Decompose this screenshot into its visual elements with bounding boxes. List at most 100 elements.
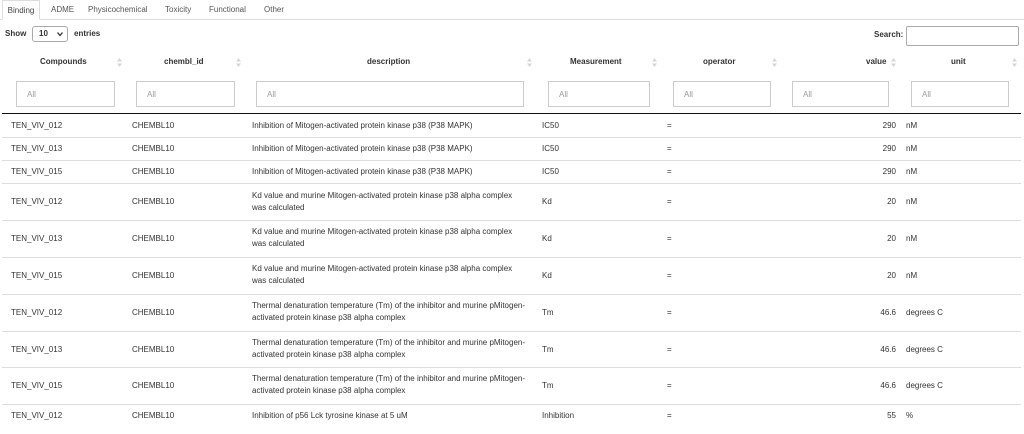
cell-operator: = bbox=[667, 197, 672, 206]
cell-value: 20 bbox=[887, 234, 896, 243]
cell-measurement: Inhibition bbox=[542, 411, 575, 420]
cell-description: Inhibition of p56 Lck tyrosine kinase at… bbox=[252, 411, 408, 420]
column-header-operator[interactable]: operator bbox=[703, 55, 735, 69]
cell-value: 20 bbox=[887, 271, 896, 280]
cell-measurement: Kd bbox=[542, 197, 552, 206]
entries-label: entries bbox=[74, 29, 101, 38]
cell-chembl-id[interactable]: CHEMBL10 bbox=[132, 120, 174, 132]
cell-chembl-id[interactable]: CHEMBL10 bbox=[132, 307, 174, 319]
cell-value: 46.6 bbox=[880, 308, 896, 317]
cell-chembl-id[interactable]: CHEMBL10 bbox=[132, 270, 174, 282]
table-row: TEN_VIV_013 CHEMBL10 Kd value and murine… bbox=[2, 221, 1021, 258]
cell-measurement: Tm bbox=[542, 381, 554, 390]
cell-chembl-id[interactable]: CHEMBL10 bbox=[132, 344, 174, 356]
sort-icon bbox=[891, 58, 896, 67]
table-row: TEN_VIV_015 CHEMBL10 Inhibition of Mitog… bbox=[2, 161, 1021, 184]
cell-description: Thermal denaturation temperature (Tm) of… bbox=[252, 338, 526, 359]
sort-icon bbox=[772, 58, 777, 67]
tab-binding[interactable]: Binding bbox=[2, 0, 40, 20]
column-header-unit[interactable]: unit bbox=[951, 55, 966, 69]
cell-compound: TEN_VIV_015 bbox=[11, 381, 63, 390]
cell-measurement: IC50 bbox=[542, 167, 559, 176]
cell-value: 290 bbox=[882, 121, 896, 130]
cell-description: Inhibition of Mitogen-activated protein … bbox=[252, 121, 473, 130]
cell-unit: nM bbox=[906, 121, 918, 130]
filter-placeholder: All bbox=[684, 90, 693, 99]
entries-select-value: 10 bbox=[39, 29, 48, 38]
cell-chembl-id[interactable]: CHEMBL10 bbox=[132, 166, 174, 178]
sort-icon bbox=[117, 58, 122, 67]
cell-unit: nM bbox=[906, 197, 918, 206]
filter-operator[interactable]: All bbox=[673, 81, 771, 107]
cell-value: 55 bbox=[887, 411, 896, 420]
cell-value: 46.6 bbox=[880, 345, 896, 354]
cell-value: 20 bbox=[887, 197, 896, 206]
cell-compound: TEN_VIV_012 bbox=[11, 197, 63, 206]
cell-operator: = bbox=[667, 381, 672, 390]
column-header-measurement[interactable]: Measurement bbox=[570, 55, 622, 69]
tab-other[interactable]: Other bbox=[264, 0, 284, 20]
cell-unit: nM bbox=[906, 144, 918, 153]
table-row: TEN_VIV_013 CHEMBL10 Thermal denaturatio… bbox=[2, 332, 1021, 368]
cell-measurement: Kd bbox=[542, 234, 552, 243]
column-header-value[interactable]: value bbox=[866, 55, 886, 69]
cell-compound: TEN_VIV_013 bbox=[11, 345, 63, 354]
cell-compound: TEN_VIV_012 bbox=[11, 411, 63, 420]
filter-placeholder: All bbox=[27, 90, 36, 99]
sort-icon bbox=[652, 58, 657, 67]
cell-chembl-id[interactable]: CHEMBL10 bbox=[132, 380, 174, 392]
cell-compound: TEN_VIV_013 bbox=[11, 234, 63, 243]
cell-compound: TEN_VIV_015 bbox=[11, 167, 63, 176]
cell-unit: nM bbox=[906, 167, 918, 176]
filter-placeholder: All bbox=[803, 90, 812, 99]
cell-unit: degrees C bbox=[906, 381, 943, 390]
cell-description: Inhibition of Mitogen-activated protein … bbox=[252, 167, 473, 176]
cell-compound: TEN_VIV_013 bbox=[11, 144, 63, 153]
filter-placeholder: All bbox=[559, 90, 568, 99]
cell-description: Kd value and murine Mitogen-activated pr… bbox=[252, 227, 513, 248]
sort-icon bbox=[527, 58, 532, 67]
entries-select[interactable]: 10 bbox=[32, 26, 68, 42]
cell-chembl-id[interactable]: CHEMBL10 bbox=[132, 196, 174, 208]
tab-functional[interactable]: Functional bbox=[209, 0, 246, 20]
table-row: TEN_VIV_015 CHEMBL10 Thermal denaturatio… bbox=[2, 368, 1021, 405]
filter-chembl-id[interactable]: All bbox=[136, 81, 235, 107]
cell-chembl-id[interactable]: CHEMBL10 bbox=[132, 143, 174, 155]
cell-measurement: Kd bbox=[542, 271, 552, 280]
tab-toxicity[interactable]: Toxicity bbox=[165, 0, 191, 20]
filter-placeholder: All bbox=[267, 90, 276, 99]
column-header-compounds[interactable]: Compounds bbox=[40, 55, 87, 69]
cell-value: 290 bbox=[882, 167, 896, 176]
cell-unit: % bbox=[906, 411, 914, 420]
cell-chembl-id[interactable]: CHEMBL10 bbox=[132, 410, 174, 422]
filter-unit[interactable]: All bbox=[911, 81, 1009, 107]
table-row: TEN_VIV_012 CHEMBL10 Thermal denaturatio… bbox=[2, 295, 1021, 332]
tab-physicochemical[interactable]: Physicochemical bbox=[88, 0, 148, 20]
search-input[interactable] bbox=[906, 26, 1019, 46]
filter-description[interactable]: All bbox=[256, 81, 524, 107]
cell-description: Thermal denaturation temperature (Tm) of… bbox=[252, 374, 526, 395]
cell-operator: = bbox=[667, 167, 672, 176]
cell-operator: = bbox=[667, 121, 672, 130]
cell-operator: = bbox=[667, 234, 672, 243]
filter-measurement[interactable]: All bbox=[548, 81, 650, 107]
search-label: Search: bbox=[874, 30, 904, 39]
cell-operator: = bbox=[667, 308, 672, 317]
filter-placeholder: All bbox=[922, 90, 931, 99]
cell-operator: = bbox=[667, 345, 672, 354]
column-header-chembl-id[interactable]: chembl_id bbox=[164, 55, 204, 69]
filter-compounds[interactable]: All bbox=[16, 81, 115, 107]
cell-chembl-id[interactable]: CHEMBL10 bbox=[132, 233, 174, 245]
table-row: TEN_VIV_012 CHEMBL10 Inhibition of p56 L… bbox=[2, 405, 1021, 434]
filter-value[interactable]: All bbox=[792, 81, 889, 107]
cell-description: Inhibition of Mitogen-activated protein … bbox=[252, 144, 473, 153]
cell-unit: degrees C bbox=[906, 308, 943, 317]
tab-adme[interactable]: ADME bbox=[51, 0, 74, 20]
cell-description: Thermal denaturation temperature (Tm) of… bbox=[252, 301, 526, 322]
cell-unit: degrees C bbox=[906, 345, 943, 354]
cell-compound: TEN_VIV_012 bbox=[11, 121, 63, 130]
table-row: TEN_VIV_013 CHEMBL10 Inhibition of Mitog… bbox=[2, 138, 1021, 161]
cell-value: 290 bbox=[882, 144, 896, 153]
column-header-description[interactable]: description bbox=[367, 55, 410, 69]
table-row: TEN_VIV_012 CHEMBL10 Kd value and murine… bbox=[2, 184, 1021, 221]
